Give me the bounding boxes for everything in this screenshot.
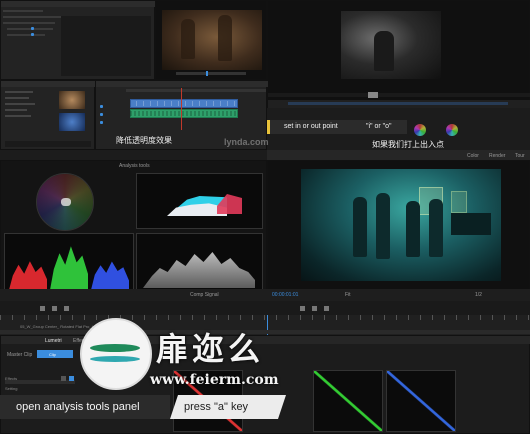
source-monitor: [267, 0, 530, 108]
right-subtitle: 如果我们打上出入点: [372, 140, 444, 149]
program-monitor-main: [267, 160, 530, 295]
transport-bar: [0, 301, 530, 315]
project-tabbar: [1, 81, 96, 87]
luma-waveform-scope: [136, 233, 263, 293]
shortcut-tooltip: set in or out point "i" or "o": [267, 120, 407, 134]
tab-render[interactable]: Render: [489, 153, 505, 159]
tooltip-label: set in or out point: [284, 123, 338, 130]
lynda-watermark: lynda.com: [224, 137, 269, 147]
tab-color[interactable]: Color: [467, 153, 479, 159]
quality-select[interactable]: 1/2: [475, 292, 482, 298]
vectorscope: [36, 173, 94, 231]
play-icon[interactable]: [52, 306, 57, 311]
effect-controls-tabbar: [1, 1, 156, 7]
timeline-playhead[interactable]: [181, 88, 182, 130]
step-back-icon[interactable]: [40, 306, 45, 311]
tooltip-keys: "i" or "o": [366, 123, 392, 130]
timecode: 00:00:01:01: [272, 292, 299, 298]
bottom-caption-left: open analysis tools panel: [0, 395, 170, 419]
playhead-handle[interactable]: [206, 71, 208, 76]
keyframe-toggle-icon[interactable]: [31, 27, 34, 30]
track-target-icon[interactable]: [100, 113, 103, 116]
leaf-icon: [90, 344, 140, 352]
project-thumbnail[interactable]: [59, 91, 85, 109]
timeline-panel: 降低透明度效果 lynda.com: [95, 80, 269, 150]
waveform-scope: [136, 173, 263, 229]
color-wheel-icon: [446, 124, 458, 136]
track-target-icon[interactable]: [100, 121, 103, 124]
leaf-icon: [90, 356, 140, 362]
site-logo-badge: [80, 318, 152, 390]
checkbox[interactable]: [61, 376, 66, 381]
program-video-teal[interactable]: [301, 169, 501, 281]
keyframe-toggle-icon[interactable]: [31, 33, 34, 36]
tab-lumetri[interactable]: Lumetri: [45, 338, 62, 344]
source-playhead[interactable]: [368, 92, 378, 98]
track-target-icon[interactable]: [100, 105, 103, 108]
project-panel: [0, 80, 96, 150]
sequence-ruler: 05_W_Group Center_ Rotated Flat Pro_Land…: [0, 315, 530, 335]
zoom-select[interactable]: Fit: [345, 292, 351, 298]
program-video-frame[interactable]: [162, 10, 262, 70]
color-wheel-icon: [414, 124, 426, 136]
clip-row[interactable]: Clip: [37, 350, 73, 358]
lumetri-title: Analysis tools: [119, 163, 150, 169]
step-forward-icon[interactable]: [324, 306, 329, 311]
site-url: www.feierm.com: [150, 372, 279, 388]
setting-item[interactable]: Setting: [5, 386, 17, 391]
master-clip-label: Master Clip: [7, 352, 33, 358]
workspace-tabbar: Color Render Tour: [267, 150, 530, 160]
play-icon[interactable]: [312, 306, 317, 311]
site-name: 扉迩么: [156, 330, 265, 368]
step-forward-icon[interactable]: [64, 306, 69, 311]
step-back-icon[interactable]: [300, 306, 305, 311]
tab-tour[interactable]: Tour: [515, 153, 525, 159]
effect-controls-panel: [0, 0, 156, 80]
source-timebar[interactable]: [288, 102, 508, 105]
effect-keyframe-area[interactable]: [61, 16, 151, 76]
monitor-control-bar: Comp Signal 00:00:01:01 Fit 1/2: [0, 289, 530, 301]
program-monitor-top: [155, 0, 267, 80]
program-subtitle: 降低透明度效果: [116, 136, 172, 145]
curves-graph-blue[interactable]: [386, 370, 456, 432]
curves-graph-green[interactable]: [313, 370, 383, 432]
lumetri-scopes-panel: Analysis tools: [0, 160, 267, 295]
checkbox[interactable]: [69, 376, 74, 381]
rgb-parade-scope: [4, 233, 134, 293]
project-thumbnail[interactable]: [59, 113, 85, 131]
scope-select[interactable]: Comp Signal: [190, 292, 219, 298]
bottom-caption-right: press "a" key: [170, 395, 286, 419]
